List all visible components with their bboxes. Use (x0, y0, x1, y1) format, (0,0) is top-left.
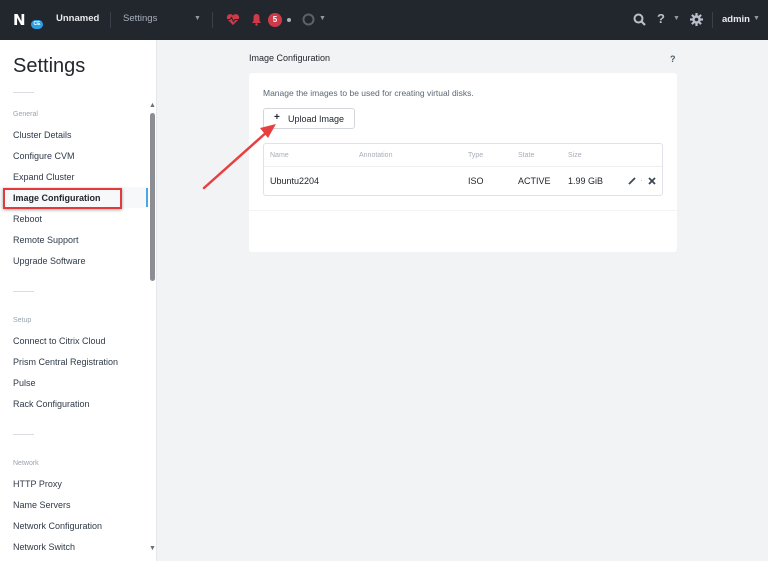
sidebar-item-cluster-details[interactable]: Cluster Details (13, 130, 72, 140)
top-navigation-bar: N CE Unnamed Settings ▼ 5 ▼ ? ▼ admin ▼ (0, 0, 768, 40)
sidebar-item-upgrade-software[interactable]: Upgrade Software (13, 256, 86, 266)
sidebar-item-http-proxy[interactable]: HTTP Proxy (13, 479, 62, 489)
sidebar-title: Settings (13, 55, 86, 77)
divider (13, 92, 34, 93)
image-name-cell: Ubuntu2204 (270, 176, 320, 186)
divider (712, 12, 713, 28)
edit-pencil-icon[interactable] (628, 177, 636, 185)
alert-count-badge[interactable]: 5 (268, 13, 282, 27)
help-icon[interactable]: ? (670, 54, 676, 64)
status-dot (287, 18, 291, 22)
user-chevron-down-icon[interactable]: ▼ (753, 15, 760, 22)
sidebar-item-reboot[interactable]: Reboot (13, 214, 42, 224)
scroll-down-arrow-icon[interactable]: ▼ (149, 545, 156, 552)
column-header-type[interactable]: Type (468, 152, 483, 159)
panel-description: Manage the images to be used for creatin… (263, 88, 474, 98)
help-icon[interactable]: ? (657, 11, 665, 26)
sidebar-item-rack-configuration[interactable]: Rack Configuration (13, 399, 90, 409)
sidebar-item-network-switch[interactable]: Network Switch (13, 542, 75, 552)
health-heart-icon[interactable] (226, 13, 240, 26)
sidebar-item-prism-central-registration[interactable]: Prism Central Registration (13, 357, 118, 367)
image-type-cell: ISO (468, 176, 484, 186)
user-menu[interactable]: admin (722, 14, 750, 25)
panel-footer-divider (249, 210, 677, 211)
sidebar-item-expand-cluster[interactable]: Expand Cluster (13, 172, 75, 182)
page-menu-chevron-down-icon[interactable]: ▼ (194, 15, 201, 22)
divider (212, 12, 213, 28)
sidebar-item-pulse[interactable]: Pulse (13, 378, 36, 388)
help-chevron-down-icon[interactable]: ▼ (673, 15, 680, 22)
group-label-network: Network (13, 460, 39, 467)
divider (13, 291, 34, 292)
upload-image-label: Upload Image (288, 114, 345, 124)
sidebar-item-network-configuration[interactable]: Network Configuration (13, 521, 102, 531)
scrollbar-thumb[interactable] (150, 113, 155, 281)
column-header-annotation[interactable]: Annotation (359, 152, 392, 159)
page-menu[interactable]: Settings (123, 13, 157, 24)
bell-icon[interactable] (251, 13, 262, 26)
column-header-state[interactable]: State (518, 152, 534, 159)
plus-icon: + (274, 112, 280, 123)
settings-sidebar: Settings General Cluster Details Configu… (0, 40, 157, 561)
image-size-cell: 1.99 GiB (568, 176, 604, 186)
action-separator: · (640, 175, 643, 185)
divider (110, 12, 111, 28)
sidebar-item-connect-citrix-cloud[interactable]: Connect to Citrix Cloud (13, 336, 106, 346)
column-header-name[interactable]: Name (270, 152, 289, 159)
sidebar-item-name-servers[interactable]: Name Servers (13, 500, 71, 510)
tasks-chevron-down-icon[interactable]: ▼ (319, 15, 326, 22)
group-label-general: General (13, 111, 38, 118)
upload-image-button[interactable]: + Upload Image (263, 108, 355, 129)
logo-ce-badge: CE (31, 20, 43, 29)
divider (13, 434, 34, 435)
image-configuration-panel: Manage the images to be used for creatin… (249, 73, 677, 252)
group-label-setup: Setup (13, 317, 32, 324)
images-table: Name Annotation Type State Size Ubuntu22… (263, 143, 663, 196)
sidebar-item-remote-support[interactable]: Remote Support (13, 235, 79, 245)
scroll-up-arrow-icon[interactable]: ▲ (149, 102, 156, 109)
nutanix-logo[interactable]: N CE (13, 13, 43, 29)
gear-icon[interactable] (690, 13, 703, 26)
sidebar-item-configure-cvm[interactable]: Configure CVM (13, 151, 75, 161)
search-icon[interactable] (633, 13, 646, 26)
column-header-size[interactable]: Size (568, 152, 582, 159)
delete-x-icon[interactable] (648, 177, 656, 185)
table-header (264, 144, 662, 167)
tasks-circle-icon[interactable] (302, 13, 315, 26)
logo-n-glyph: N (13, 11, 26, 29)
annotation-highlight-box (3, 188, 122, 209)
cluster-name[interactable]: Unnamed (56, 13, 99, 24)
page-title: Image Configuration (249, 53, 331, 63)
image-state-cell: ACTIVE (518, 176, 551, 186)
